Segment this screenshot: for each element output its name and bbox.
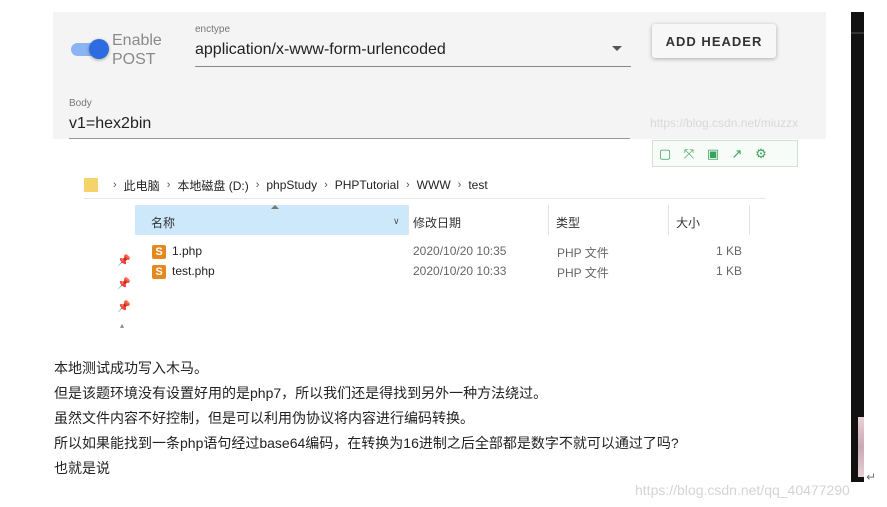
file-row[interactable]: S test.php 2020/10/20 10:33 PHP 文件 1 KB bbox=[152, 263, 752, 281]
share-icon[interactable]: ↗ bbox=[725, 141, 749, 166]
add-header-button[interactable]: ADD HEADER bbox=[652, 24, 776, 58]
expand-icon[interactable]: ⤧ bbox=[677, 141, 701, 166]
breadcrumb-divider bbox=[84, 198, 766, 199]
save-icon[interactable]: ▣ bbox=[701, 141, 725, 166]
file-name: 1.php bbox=[172, 244, 203, 258]
chevron-down-icon[interactable] bbox=[612, 46, 622, 51]
chevron-right-icon: › bbox=[324, 179, 328, 191]
file-date: 2020/10/20 10:33 bbox=[413, 264, 507, 278]
file-row[interactable]: S 1.php 2020/10/20 10:35 PHP 文件 1 KB bbox=[152, 243, 752, 261]
scroll-up-icon[interactable]: ▴ bbox=[120, 321, 124, 330]
enable-post-toggle[interactable] bbox=[71, 39, 109, 59]
column-divider[interactable] bbox=[749, 205, 750, 235]
breadcrumb-item[interactable]: PHPTutorial bbox=[335, 178, 399, 192]
enctype-select[interactable]: application/x-www-form-urlencoded bbox=[195, 41, 446, 59]
copy-icon[interactable]: ▢ bbox=[653, 141, 677, 166]
column-divider[interactable] bbox=[668, 205, 669, 235]
column-date-header[interactable]: 修改日期 bbox=[413, 214, 461, 231]
body-underline bbox=[69, 138, 630, 139]
enable-post-label-line2: POST bbox=[112, 51, 156, 68]
php-file-icon: S bbox=[152, 265, 166, 279]
pin-icon[interactable]: 📌 bbox=[117, 254, 131, 267]
article-paragraph: 所以如果能找到一条php语句经过base64编码，在转换为16进制之后全部都是数… bbox=[54, 435, 679, 451]
article-paragraph: 本地测试成功写入木马。 bbox=[54, 360, 208, 376]
breadcrumb: › 此电脑 › 本地磁盘 (D:) › phpStudy › PHPTutori… bbox=[84, 174, 488, 196]
watermark-top: https://blog.csdn.net/miuzzx bbox=[650, 116, 799, 130]
article-paragraph: 但是该题环境没有设置好用的是php7，所以我们还是得找到另外一种方法绕过。 bbox=[54, 385, 548, 401]
file-type: PHP 文件 bbox=[557, 246, 609, 260]
toggle-thumb bbox=[89, 39, 109, 59]
thumbnail-strip bbox=[858, 417, 864, 477]
column-size-header[interactable]: 大小 bbox=[676, 214, 700, 231]
article-paragraph: 也就是说 bbox=[54, 460, 110, 476]
column-name-header[interactable]: 名称 ∨ bbox=[135, 205, 408, 235]
chevron-right-icon: › bbox=[406, 179, 410, 191]
chevron-right-icon: › bbox=[255, 179, 260, 191]
body-caption: Body bbox=[69, 98, 92, 109]
folder-icon bbox=[84, 178, 98, 192]
file-list-header: 名称 ∨ 修改日期 类型 大小 bbox=[135, 205, 785, 235]
breadcrumb-item[interactable]: 此电脑 bbox=[124, 177, 160, 194]
enable-post-label: Enable POST bbox=[112, 31, 162, 69]
image-toolbar: ▢ ⤧ ▣ ↗ ⚙ bbox=[652, 140, 798, 167]
sort-ascending-icon bbox=[271, 205, 279, 209]
breadcrumb-item[interactable]: WWW bbox=[417, 178, 451, 192]
enable-post-label-line1: Enable bbox=[112, 32, 162, 49]
chevron-down-icon[interactable]: ∨ bbox=[393, 216, 400, 227]
file-size: 1 KB bbox=[715, 244, 742, 258]
column-divider[interactable] bbox=[548, 205, 549, 235]
side-scrollbar bbox=[851, 12, 864, 482]
watermark-bottom: https://blog.csdn.net/qq_40477290 bbox=[635, 482, 850, 498]
settings-icon[interactable]: ⚙ bbox=[749, 141, 773, 166]
chevron-right-icon: › bbox=[166, 179, 171, 191]
file-name: test.php bbox=[172, 264, 215, 278]
chevron-right-icon: › bbox=[457, 179, 462, 191]
file-date: 2020/10/20 10:35 bbox=[413, 244, 507, 258]
enctype-caption: enctype bbox=[195, 24, 231, 35]
php-file-icon: S bbox=[152, 245, 166, 259]
breadcrumb-item[interactable]: phpStudy bbox=[266, 178, 317, 192]
file-type: PHP 文件 bbox=[557, 266, 609, 280]
column-divider[interactable] bbox=[408, 205, 409, 235]
chevron-right-icon: › bbox=[113, 179, 117, 191]
breadcrumb-item[interactable]: test bbox=[468, 178, 487, 192]
enctype-underline bbox=[195, 66, 631, 67]
article-paragraph: 虽然文件内容不好控制，但是可以利用伪协议将内容进行编码转换。 bbox=[54, 410, 474, 426]
return-mark-icon: ↵ bbox=[866, 470, 877, 484]
file-size: 1 KB bbox=[715, 264, 742, 278]
pin-icon[interactable]: 📌 bbox=[117, 300, 131, 313]
breadcrumb-item[interactable]: 本地磁盘 (D:) bbox=[177, 177, 248, 194]
pin-icon[interactable]: 📌 bbox=[117, 277, 131, 290]
scrollbar-mark bbox=[851, 32, 864, 34]
body-input[interactable]: v1=hex2bin bbox=[69, 115, 151, 133]
column-name-label: 名称 bbox=[151, 216, 176, 230]
column-type-header[interactable]: 类型 bbox=[556, 214, 580, 231]
